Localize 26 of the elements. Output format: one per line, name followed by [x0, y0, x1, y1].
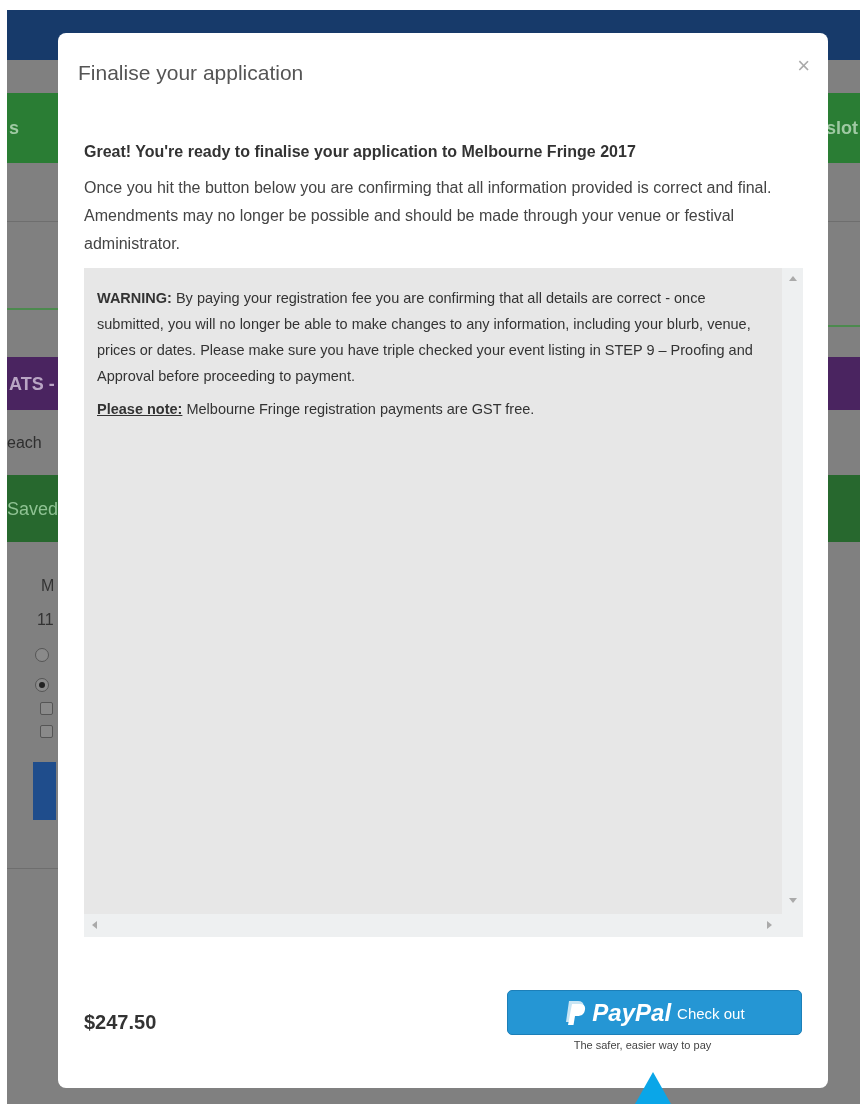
checkbox[interactable]: [40, 725, 53, 738]
note-paragraph: Please note: Melbourne Fringe registration payments are GST free.: [97, 400, 536, 419]
paypal-p-icon: [564, 999, 587, 1026]
radio-button[interactable]: [35, 678, 49, 692]
tab-label[interactable]: s: [9, 114, 19, 142]
scroll-right-icon[interactable]: [767, 921, 772, 929]
warning-paragraph: WARNING: By paying your registration fee you are confirming that all details are correct - once submitted, you will no longer be able to make changes to any information, including your blurb, venue, prices or dates. Please make sure you have triple checked your event listing in STEP 9 – Proofing and Approval before proceeding to payment.: [97, 289, 754, 386]
scroll-down-icon[interactable]: [789, 898, 797, 903]
pointer-arrow: [635, 1072, 671, 1104]
column-value: 11: [36, 610, 54, 630]
banner-text: ATS -: [9, 372, 55, 396]
radio-button[interactable]: [35, 648, 49, 662]
modal-title: Finalise your application: [78, 60, 304, 86]
column-header: M: [40, 576, 55, 596]
close-button[interactable]: ×: [797, 55, 810, 77]
price-total: $247.50: [84, 1010, 157, 1035]
status-text: Saved: [7, 497, 59, 521]
scroll-left-icon[interactable]: [92, 921, 97, 929]
paypal-checkout-button[interactable]: PayPal Check out: [507, 990, 802, 1035]
paypal-tagline: The safer, easier way to pay: [573, 1038, 712, 1053]
hint-text: each: [7, 432, 42, 453]
tab-label[interactable]: slot: [826, 114, 858, 142]
scroll-up-icon[interactable]: [789, 276, 797, 281]
intro-paragraph: Once you hit the button below you are confirming that all information provided is correct and final. Amendments may no longer be possible and should be made through your venue or festival administrator.: [84, 178, 773, 254]
heading-text: Great! You're ready to finalise your application to Melbourne Fringe 2017: [84, 142, 637, 162]
checkbox[interactable]: [40, 702, 53, 715]
